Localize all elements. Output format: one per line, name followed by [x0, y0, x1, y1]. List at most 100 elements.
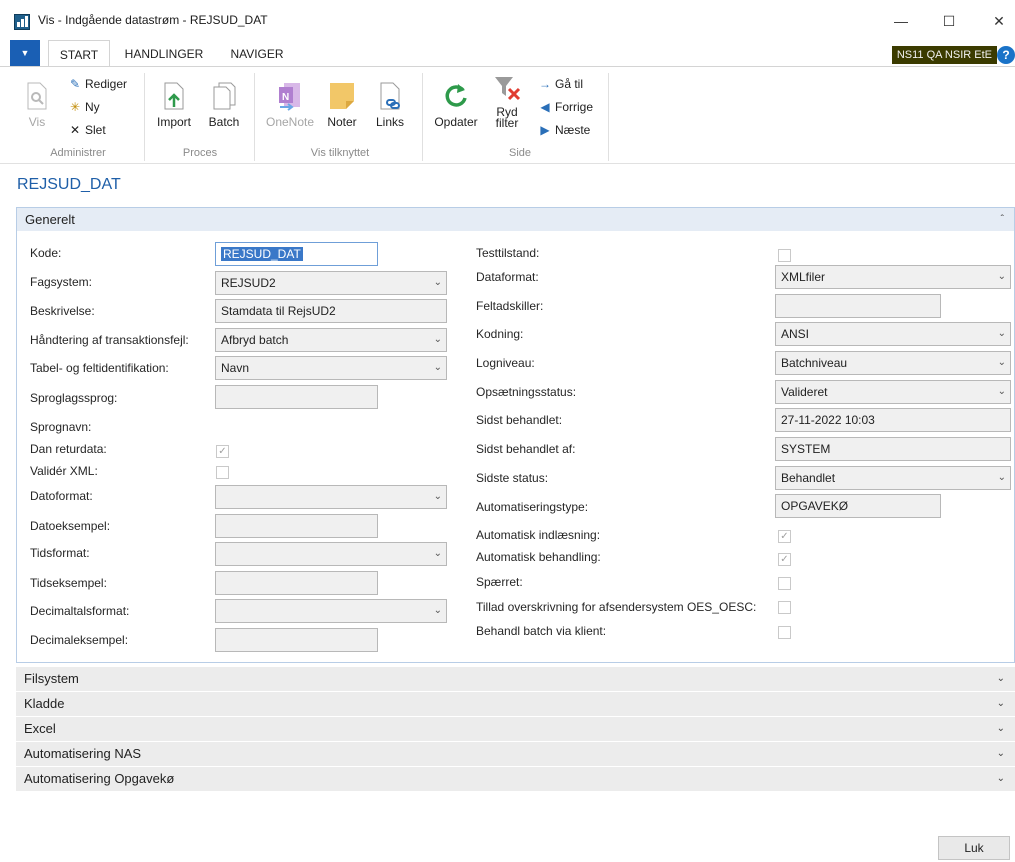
vis-button[interactable]: Vis [22, 81, 52, 129]
datoformat-select[interactable]: ⌄ [215, 485, 447, 509]
automatiseringstype-field[interactable]: OPGAVEKØ [775, 494, 941, 518]
ga-til-button[interactable]: → Gå til [538, 75, 583, 93]
naeste-button[interactable]: ▶ Næste [538, 121, 590, 139]
help-icon[interactable]: ? [997, 46, 1015, 64]
dan-returdata-checkbox[interactable]: ✓ [216, 445, 229, 458]
tidsformat-select[interactable]: ⌄ [215, 542, 447, 566]
clear-filter-icon [495, 77, 521, 101]
fasttab-excel[interactable]: Excel ⌄ [16, 717, 1015, 741]
automatisk-behandling-checkbox[interactable]: ✓ [778, 553, 791, 566]
tab-naviger[interactable]: NAVIGER [222, 40, 292, 66]
fasttab-automatisering-opgavekoe[interactable]: Automatisering Opgavekø ⌄ [16, 767, 1015, 791]
chevron-down-icon: ⌄ [996, 773, 1005, 784]
links-button[interactable]: Links [372, 81, 408, 129]
noter-button[interactable]: Noter [324, 81, 360, 129]
luk-button[interactable]: Luk [938, 836, 1010, 860]
label-sprognavn: Sprognavn: [30, 420, 92, 434]
sidst-behandlet-af-field[interactable]: SYSTEM [775, 437, 1011, 461]
tab-start[interactable]: START [48, 40, 110, 66]
minimize-button[interactable]: — [886, 9, 916, 33]
fasttab-automatisering-nas-label: Automatisering NAS [24, 746, 142, 761]
decimaleksempel-field[interactable] [215, 628, 378, 652]
chevron-down-icon: ⌄ [996, 723, 1005, 734]
fasttab-generelt[interactable]: Generelt ˆ [16, 207, 1015, 231]
ribbon: Vis ✎ Rediger ✳ Ny ✕ Slet Administrer Impor… [0, 66, 1015, 164]
sidste-status-select[interactable]: Behandlet ⌄ [775, 466, 1011, 490]
kode-value: REJSUD_DAT [221, 247, 303, 261]
slet-button[interactable]: ✕ Slet [68, 121, 106, 139]
ryd-filter-label: Ryd filter [495, 105, 519, 130]
view-icon [27, 82, 47, 110]
kode-field[interactable]: REJSUD_DAT [215, 242, 378, 266]
sproglagssprog-field[interactable] [215, 385, 378, 409]
ny-label: Ny [85, 100, 100, 114]
spaerret-checkbox[interactable] [778, 577, 791, 590]
tidseksempel-field[interactable] [215, 571, 378, 595]
delete-x-icon: ✕ [69, 123, 81, 137]
close-window-button[interactable]: ✕ [984, 9, 1014, 33]
datoeksempel-field[interactable] [215, 514, 378, 538]
triangle-right-icon: ▶ [540, 123, 550, 137]
decimaltalsformat-select[interactable]: ⌄ [215, 599, 447, 623]
triangle-left-icon: ◀ [540, 100, 550, 114]
import-label: Import [156, 115, 191, 129]
fasttab-generelt-label: Generelt [25, 212, 75, 227]
label-feltadskiller: Feltadskiller: [476, 299, 544, 313]
chevron-down-icon: ⌄ [996, 673, 1005, 684]
import-icon [164, 82, 184, 110]
feltadskiller-field[interactable] [775, 294, 941, 318]
import-button[interactable]: Import [152, 81, 196, 129]
automatisk-indlaesning-checkbox[interactable]: ✓ [778, 530, 791, 543]
opdater-button[interactable]: Opdater [430, 81, 482, 129]
refresh-icon [445, 84, 467, 107]
label-fagsystem: Fagsystem: [30, 275, 93, 289]
label-kodning: Kodning: [476, 327, 524, 341]
haandtering-value: Afbryd batch [221, 333, 289, 347]
onenote-button[interactable]: N OneNote [262, 81, 318, 129]
links-label: Links [375, 115, 404, 129]
batch-button[interactable]: Batch [204, 81, 244, 129]
label-datoformat: Datoformat: [30, 489, 93, 503]
behandl-batch-checkbox[interactable] [778, 626, 791, 639]
haandtering-select[interactable]: Afbryd batch ⌄ [215, 328, 447, 352]
kodning-select[interactable]: ANSI ⌄ [775, 322, 1011, 346]
fagsystem-value: REJSUD2 [221, 276, 276, 290]
tillad-overskrivning-checkbox[interactable] [778, 601, 791, 614]
opdater-label: Opdater [434, 115, 478, 129]
opsaetningsstatus-select[interactable]: Valideret ⌄ [775, 380, 1011, 404]
tab-handlinger[interactable]: HANDLINGER [118, 40, 210, 66]
ny-button[interactable]: ✳ Ny [68, 98, 100, 116]
chevron-down-icon: ⌄ [997, 472, 1006, 483]
beskrivelse-field[interactable]: Stamdata til RejsUD2 [215, 299, 447, 323]
page-title: REJSUD_DAT [17, 176, 121, 193]
sidst-behandlet-field[interactable]: 27-11-2022 10:03 [775, 408, 1011, 432]
chevron-down-icon: ⌄ [997, 271, 1006, 282]
group-label-vis-tilknyttet: Vis tilknyttet [310, 147, 370, 159]
ryd-filter-button[interactable]: Ryd filter [490, 75, 524, 129]
group-separator [144, 73, 145, 161]
logniveau-select[interactable]: Batchniveau ⌄ [775, 351, 1011, 375]
fasttab-automatisering-nas[interactable]: Automatisering NAS ⌄ [16, 742, 1015, 766]
group-separator [422, 73, 423, 161]
note-icon [330, 83, 354, 109]
fasttab-kladde[interactable]: Kladde ⌄ [16, 692, 1015, 716]
window-title: Vis - Indgående datastrøm - REJSUD_DAT [38, 13, 268, 27]
label-tidsformat: Tidsformat: [30, 546, 90, 560]
label-kode: Kode: [30, 246, 62, 260]
fasttab-filsystem[interactable]: Filsystem ⌄ [16, 667, 1015, 691]
label-tabel-felt: Tabel- og feltidentifikation: [30, 361, 169, 375]
testtilstand-checkbox[interactable] [778, 249, 791, 262]
fagsystem-select[interactable]: REJSUD2 ⌄ [215, 271, 447, 295]
environment-badge: NS11 QA NSIR EtE [891, 46, 997, 64]
label-sidst-behandlet-af: Sidst behandlet af: [476, 442, 576, 456]
tabel-felt-select[interactable]: Navn ⌄ [215, 356, 447, 380]
svg-text:N: N [282, 92, 289, 103]
label-sidst-behandlet: Sidst behandlet: [476, 413, 563, 427]
application-menu-button[interactable]: ▼ [10, 40, 40, 66]
forrige-button[interactable]: ◀ Forrige [538, 98, 593, 116]
valider-xml-checkbox[interactable] [216, 466, 229, 479]
dataformat-select[interactable]: XMLfiler ⌄ [775, 265, 1011, 289]
chevron-down-icon: ⌄ [996, 748, 1005, 759]
rediger-button[interactable]: ✎ Rediger [68, 75, 127, 93]
maximize-button[interactable]: ☐ [934, 9, 964, 33]
